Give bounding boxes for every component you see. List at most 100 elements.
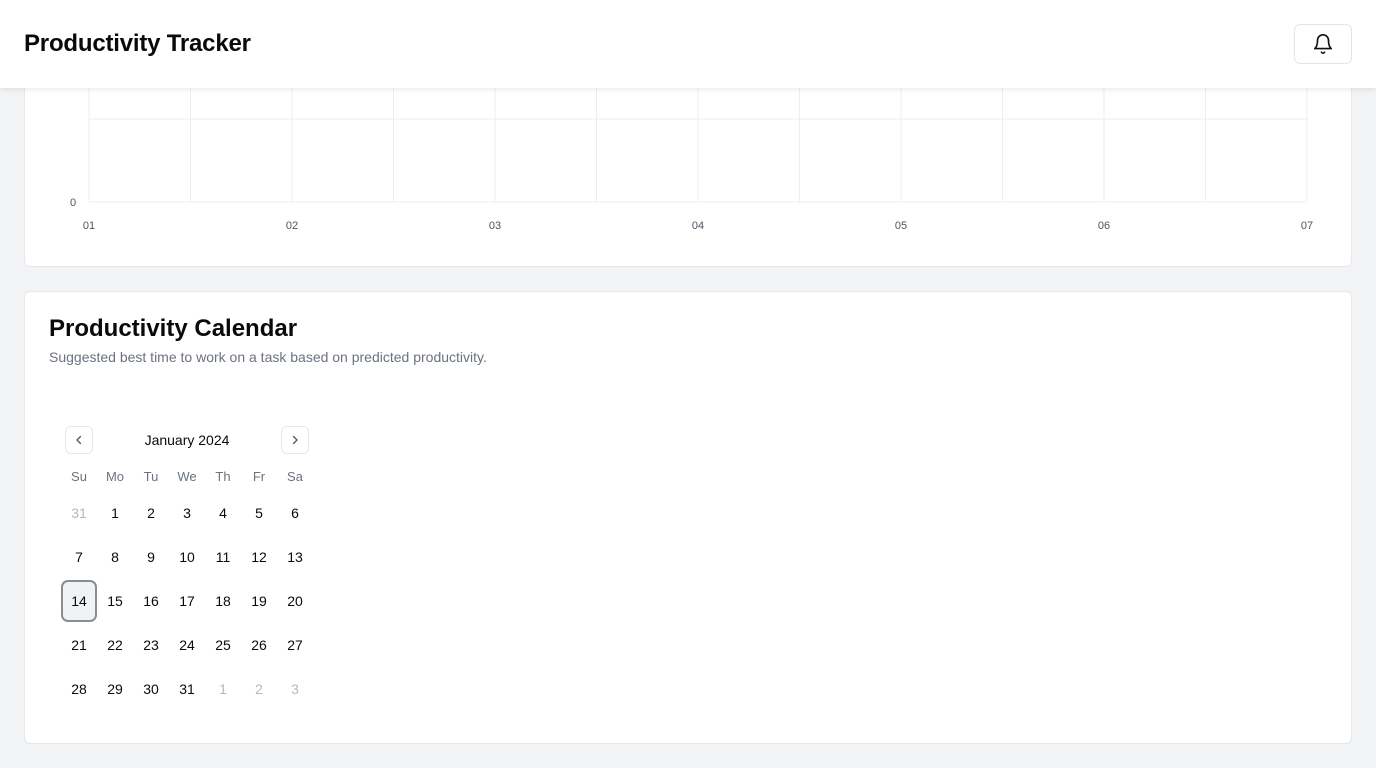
calendar-day-number: 30 [143,681,159,697]
chevron-right-icon [292,435,298,445]
calendar-day[interactable]: 25 [205,623,241,667]
calendar-day-number: 3 [291,681,299,697]
calendar-week-row: 31 1 2 3 4 5 6 [61,491,313,535]
weekday-label: Sa [287,469,303,484]
calendar-day-number: 6 [291,505,299,521]
calendar-day[interactable]: 1 [97,491,133,535]
chart-x-tick-label: 07 [1301,220,1313,232]
calendar-day-number: 3 [183,505,191,521]
calendar-day-number: 5 [255,505,263,521]
calendar-day[interactable]: 24 [169,623,205,667]
calendar-day-number: 12 [251,549,267,565]
calendar-day[interactable]: 10 [169,535,205,579]
app-header: Productivity Tracker [0,0,1376,88]
chart-x-tick-label: 01 [83,220,95,232]
calendar-day-number: 18 [215,593,231,609]
calendar-day-number: 24 [179,637,195,653]
chart-x-tick-label: 03 [489,220,501,232]
calendar-day[interactable]: 26 [241,623,277,667]
calendar-day-number: 26 [251,637,267,653]
chart-x-tick-label: 04 [692,220,704,232]
productivity-calendar-card: Productivity Calendar Suggested best tim… [24,291,1352,744]
calendar-day[interactable]: 17 [169,579,205,623]
calendar-day[interactable]: 30 [133,667,169,711]
weekday-label: We [177,469,197,484]
notifications-button[interactable] [1294,24,1352,64]
calendar-week-row: 28 29 30 31 1 2 3 [61,667,313,711]
calendar-week-row: 14 15 16 17 18 19 20 [61,579,313,623]
weekday-label: Tu [143,469,159,484]
calendar-day-number: 2 [255,681,263,697]
weekday-label: Fr [252,469,266,484]
chart-y-tick-label: 0 [70,197,76,209]
calendar-day[interactable]: 4 [205,491,241,535]
calendar-day-number: 28 [71,681,87,697]
calendar-day[interactable]: 28 [61,667,97,711]
chart-x-tick-label: 05 [895,220,907,232]
calendar-week-row: 21 22 23 24 25 26 27 [61,623,313,667]
next-month-button[interactable] [281,426,309,454]
calendar-subtitle: Suggested best time to work on a task ba… [49,349,487,365]
calendar-day[interactable]: 29 [97,667,133,711]
calendar-day-number: 17 [179,593,195,609]
calendar-day-number: 31 [71,505,87,521]
calendar-week-row: 7 8 9 10 11 12 13 [61,535,313,579]
calendar-day[interactable]: 31 [61,491,97,535]
calendar-day-number: 10 [179,549,195,565]
calendar-day-number: 20 [287,593,303,609]
calendar-day-number: 13 [287,549,303,565]
calendar-day[interactable]: 1 [205,667,241,711]
calendar-day-number: 19 [251,593,267,609]
calendar-day[interactable]: 21 [61,623,97,667]
calendar-title: Productivity Calendar [49,315,298,342]
calendar-day[interactable]: 2 [133,491,169,535]
calendar-day-number: 1 [219,681,227,697]
chevron-left-icon [76,435,82,445]
calendar-day-number: 14 [61,580,97,622]
calendar-day[interactable]: 27 [277,623,313,667]
calendar-day-number: 4 [219,505,227,521]
calendar-day[interactable]: 5 [241,491,277,535]
calendar-day[interactable]: 7 [61,535,97,579]
weekday-label: Su [71,469,87,484]
calendar-day[interactable]: 18 [205,579,241,623]
calendar-day-number: 11 [215,549,231,565]
previous-month-button[interactable] [65,426,93,454]
calendar-day-number: 31 [179,681,195,697]
calendar-day[interactable]: 23 [133,623,169,667]
calendar-day-number: 22 [107,637,123,653]
calendar-day[interactable]: 15 [97,579,133,623]
calendar-day[interactable]: 3 [277,667,313,711]
calendar-day[interactable]: 31 [169,667,205,711]
chart-x-tick-label: 02 [286,220,298,232]
calendar-day[interactable]: 3 [169,491,205,535]
calendar-day-number: 16 [143,593,159,609]
bell-icon [1313,34,1333,54]
calendar-day[interactable]: 13 [277,535,313,579]
calendar-day-number: 27 [287,637,303,653]
weekday-header: Su Mo Tu We Th Fr Sa [61,469,313,485]
calendar-day-number: 29 [107,681,123,697]
calendar-day-number: 25 [215,637,231,653]
calendar-day[interactable]: 22 [97,623,133,667]
weekday-label: Mo [105,469,125,484]
calendar-day[interactable]: 9 [133,535,169,579]
calendar-day[interactable]: 12 [241,535,277,579]
calendar-day[interactable]: 11 [205,535,241,579]
calendar-day-number: 1 [111,505,119,521]
calendar-day[interactable]: 16 [133,579,169,623]
calendar-day[interactable]: 19 [241,579,277,623]
weekday-label: Th [215,469,231,484]
calendar-day-number: 2 [147,505,155,521]
calendar-day-number: 8 [111,549,119,565]
calendar-day-today[interactable]: 14 [61,579,97,623]
calendar-day-number: 21 [71,637,87,653]
calendar-day[interactable]: 2 [241,667,277,711]
app-title: Productivity Tracker [24,30,251,57]
calendar-day[interactable]: 8 [97,535,133,579]
calendar-day[interactable]: 6 [277,491,313,535]
calendar-day[interactable]: 20 [277,579,313,623]
calendar-day-number: 9 [147,549,155,565]
calendar-day-number: 23 [143,637,159,653]
chart-x-tick-label: 06 [1098,220,1110,232]
